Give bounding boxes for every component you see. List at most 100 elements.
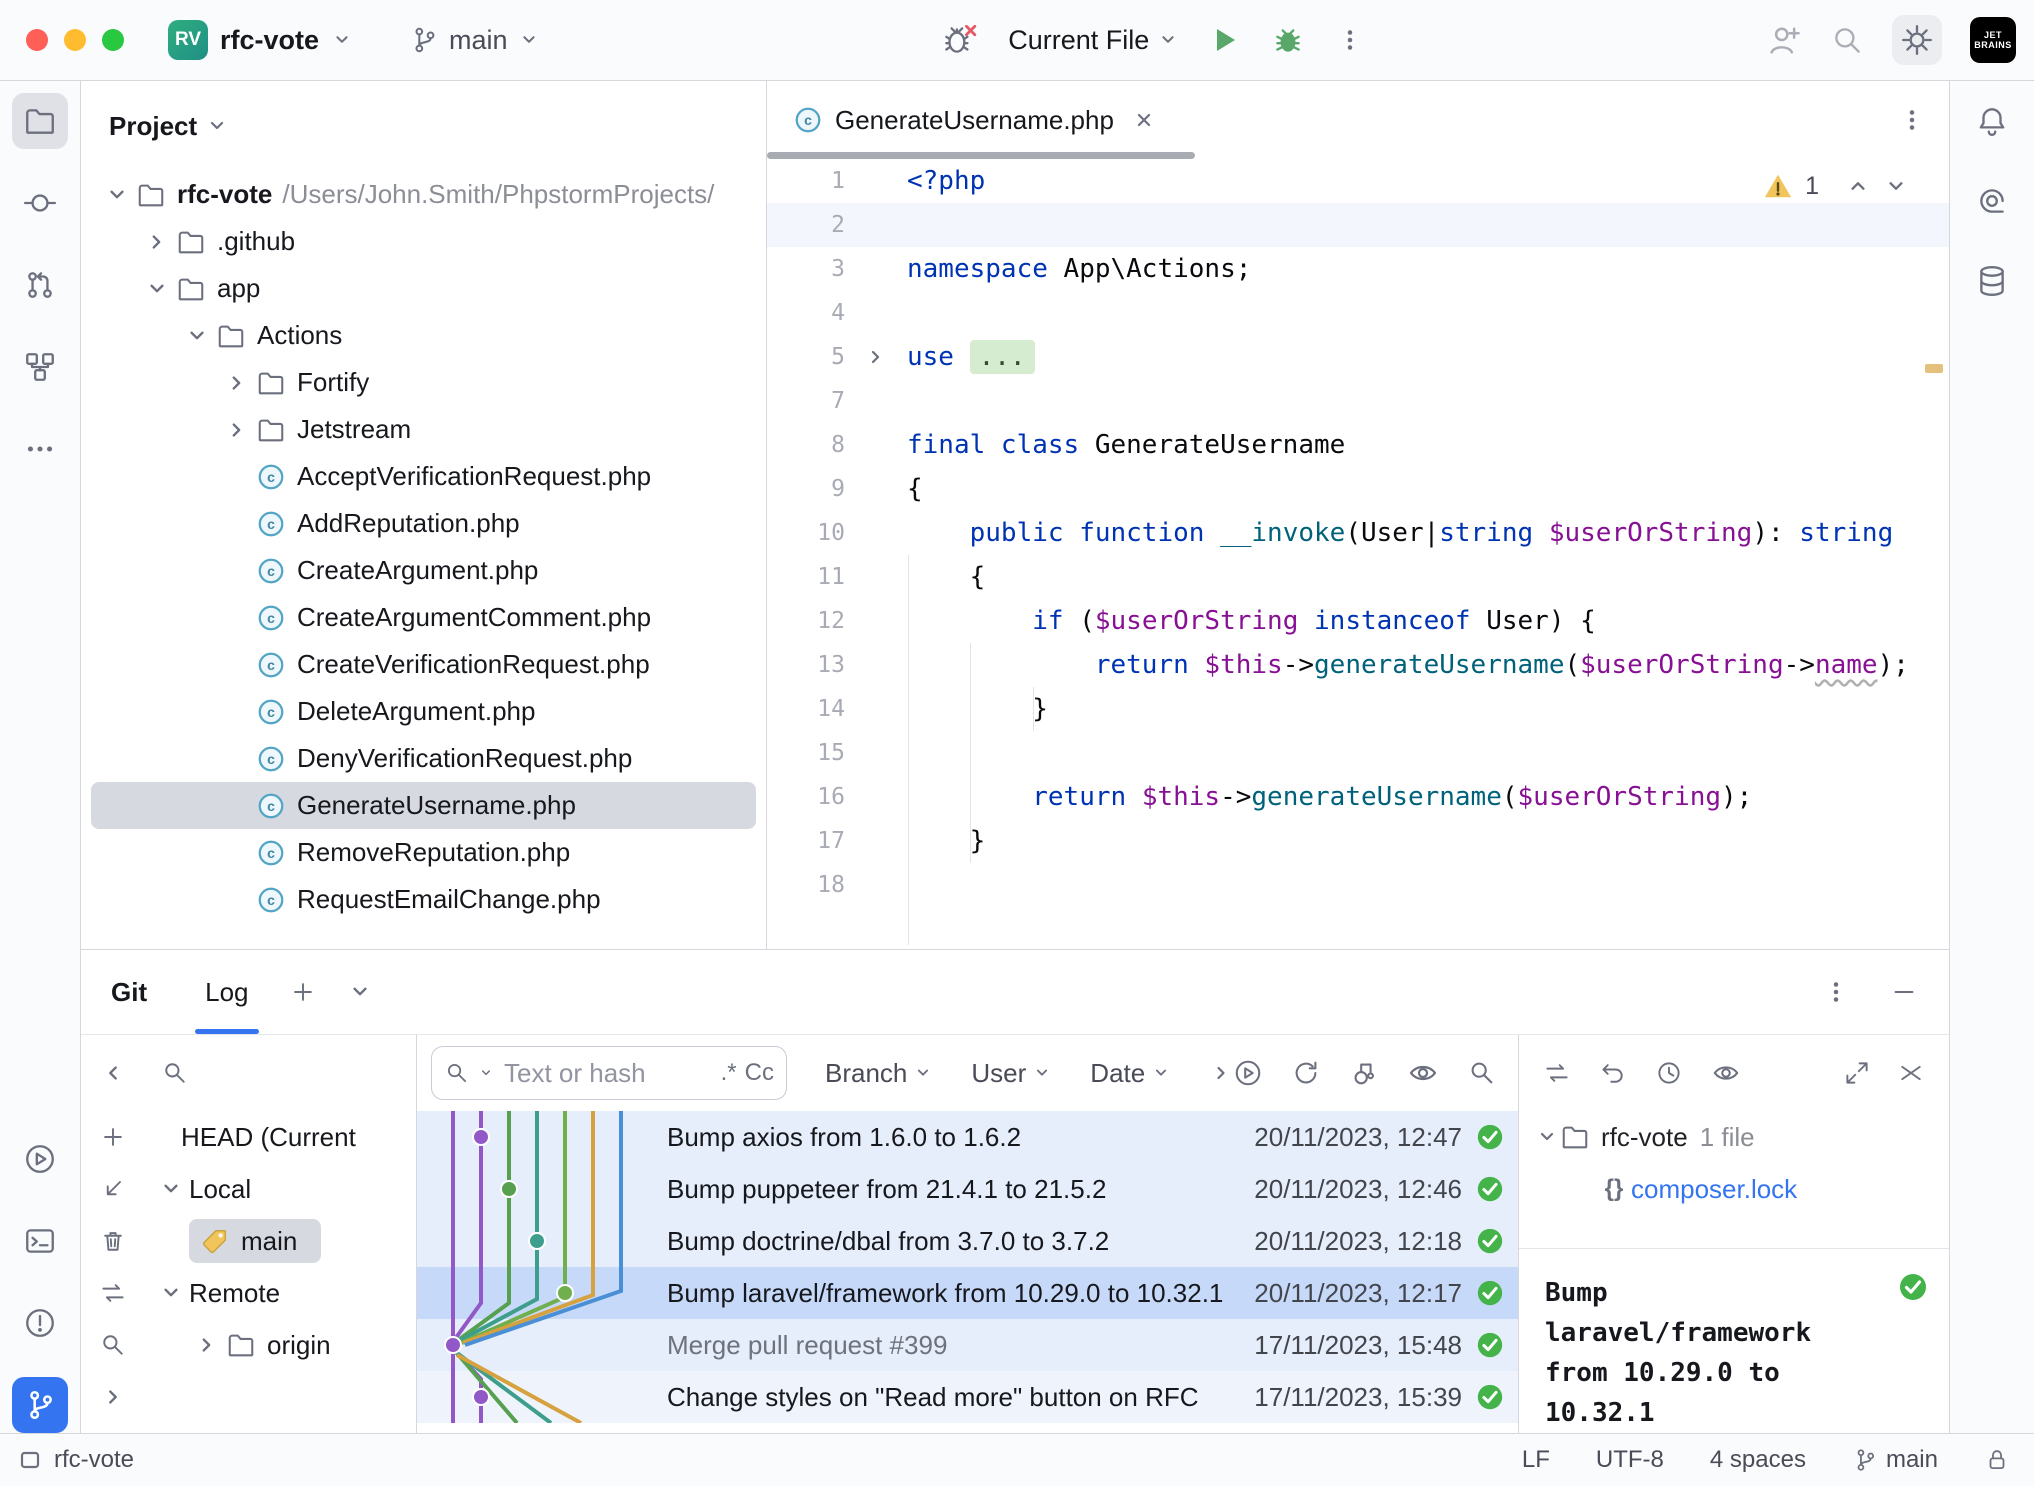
next-problem-icon[interactable] [1883, 173, 1909, 199]
git-options-kebab-icon[interactable] [1821, 977, 1851, 1007]
branch-filter[interactable]: Branch [825, 1058, 933, 1089]
code-line-16[interactable]: 16 return $this->generateUsername($userO… [767, 775, 1949, 819]
more-actions-kebab-icon[interactable] [1335, 25, 1365, 55]
close-tab-icon[interactable] [1132, 108, 1156, 132]
code-line-11[interactable]: 11 { [767, 555, 1949, 599]
preview-eye-icon[interactable] [1711, 1058, 1741, 1088]
chevron-down-icon[interactable] [153, 1280, 189, 1306]
branch-row-main[interactable]: main [145, 1215, 416, 1267]
code-line-14[interactable]: 14 } [767, 687, 1949, 731]
project-panel-header[interactable]: Project [81, 81, 766, 171]
read-only-lock-icon[interactable] [1984, 1447, 2010, 1473]
branch-row-remote[interactable]: Remote [145, 1267, 416, 1319]
code-line-17[interactable]: 17 } [767, 819, 1949, 863]
tool-more-button[interactable] [12, 421, 68, 477]
indent-widget[interactable]: 4 spaces [1710, 1446, 1806, 1474]
encoding-widget[interactable]: UTF-8 [1596, 1446, 1664, 1474]
branch-search-row[interactable] [145, 1035, 416, 1111]
regex-toggle[interactable]: .* [721, 1059, 737, 1087]
rollback-icon[interactable] [1599, 1059, 1627, 1087]
code-line-10[interactable]: 10 public function __invoke(User|string … [767, 511, 1949, 555]
date-filter[interactable]: Date [1090, 1058, 1171, 1089]
go-to-hash-icon[interactable] [1233, 1058, 1263, 1088]
tree-item-denyverificationrequest-php[interactable]: c DenyVerificationRequest.php [91, 735, 756, 782]
add-tab-icon[interactable] [289, 978, 317, 1006]
tree-item-addreputation-php[interactable]: c AddReputation.php [91, 500, 756, 547]
mute-breakpoints-icon[interactable] [940, 21, 978, 59]
chevron-right-icon[interactable] [219, 370, 255, 396]
tree-item-github[interactable]: .github [91, 218, 756, 265]
tool-terminal-button[interactable] [12, 1213, 68, 1269]
chevron-down-icon[interactable] [347, 979, 373, 1005]
tree-item-createargument-php[interactable]: c CreateArgument.php [91, 547, 756, 594]
search-everywhere-icon[interactable] [1830, 23, 1864, 57]
project-widget[interactable]: RV rfc-vote [168, 20, 353, 60]
code-line-12[interactable]: 12 if ($userOrString instanceof User) { [767, 599, 1949, 643]
expand-all-icon[interactable] [1843, 1059, 1871, 1087]
more-filters-icon[interactable] [1209, 1061, 1233, 1085]
branch-row-local[interactable]: Local [145, 1163, 416, 1215]
chevron-down-icon[interactable] [153, 1176, 189, 1202]
tree-item-rfc-vote[interactable]: rfc-vote/Users/John.Smith/PhpstormProjec… [91, 171, 756, 218]
tool-structure-button[interactable] [12, 339, 68, 395]
build-status-icon[interactable] [1462, 1382, 1518, 1412]
tool-problems-button[interactable] [12, 1295, 68, 1351]
code-line-8[interactable]: 8 final class GenerateUsername [767, 423, 1949, 467]
tree-item-app[interactable]: app [91, 265, 756, 312]
changed-file-row[interactable]: {} composer.lock [1519, 1163, 1949, 1215]
code-line-4[interactable]: 4 [767, 291, 1949, 335]
history-icon[interactable] [1655, 1059, 1683, 1087]
compare-branches-icon[interactable] [99, 1267, 127, 1319]
status-branch-widget[interactable]: main [1852, 1446, 1938, 1474]
chevron-right-icon[interactable] [219, 417, 255, 443]
tool-commit-button[interactable] [12, 175, 68, 231]
navigate-forward-icon[interactable] [100, 1371, 126, 1423]
hide-panel-icon[interactable] [1889, 977, 1919, 1007]
tool-git-button[interactable] [12, 1377, 68, 1433]
commit-row-bump-axios-from-1-6-0-to-1-6-2[interactable]: Bump axios from 1.6.0 to 1.6.2 20/11/2023… [417, 1111, 1518, 1163]
build-status-icon[interactable] [1462, 1174, 1518, 1204]
collapse-all-icon[interactable] [1897, 1059, 1925, 1087]
branch-row-head-current[interactable]: HEAD (Current [145, 1111, 416, 1163]
build-status-icon[interactable] [1462, 1278, 1518, 1308]
ai-assistant-icon[interactable] [1964, 173, 2020, 229]
code-line-3[interactable]: 3 namespace App\Actions; [767, 247, 1949, 291]
tree-item-actions[interactable]: Actions [91, 312, 756, 359]
update-branch-icon[interactable] [99, 1163, 127, 1215]
commit-row-merge-pull-request-399[interactable]: Merge pull request #399 17/11/2023, 15:48 [417, 1319, 1518, 1371]
build-status-icon[interactable] [1462, 1226, 1518, 1256]
tree-item-jetstream[interactable]: Jetstream [91, 406, 756, 453]
editor-options-kebab-icon[interactable] [1897, 105, 1949, 135]
chevron-down-icon[interactable] [179, 323, 215, 349]
status-project-widget[interactable]: rfc-vote [0, 1446, 134, 1474]
code-line-13[interactable]: 13 return $this->generateUsername($userO… [767, 643, 1949, 687]
tree-item-requestemailchange-php[interactable]: c RequestEmailChange.php [91, 876, 756, 923]
code-with-me-icon[interactable] [1766, 22, 1802, 58]
tool-services-button[interactable] [12, 1131, 68, 1187]
run-configuration-select[interactable]: Current File [1008, 25, 1179, 56]
code-line-18[interactable]: 18 [767, 863, 1949, 907]
tree-item-removereputation-php[interactable]: c RemoveReputation.php [91, 829, 756, 876]
database-icon[interactable] [1964, 253, 2020, 309]
tree-item-fortify[interactable]: Fortify [91, 359, 756, 406]
new-branch-icon[interactable] [99, 1111, 127, 1163]
inspection-widget[interactable]: 1 [1763, 171, 1909, 201]
match-case-toggle[interactable]: Cc [745, 1059, 774, 1087]
preview-eye-icon[interactable] [1407, 1057, 1439, 1089]
user-filter[interactable]: User [971, 1058, 1052, 1089]
tab-scrollbar[interactable] [767, 152, 1195, 159]
chevron-right-icon[interactable] [189, 1332, 225, 1358]
tool-pull-requests-button[interactable] [12, 257, 68, 313]
close-window-button[interactable] [26, 29, 48, 51]
code-area[interactable]: 1 <?php 2 3 namespace App\Actions; 4 5 use ... 7… [767, 159, 1949, 949]
tree-item-createverificationrequest-php[interactable]: c CreateVerificationRequest.php [91, 641, 756, 688]
delete-branch-icon[interactable] [99, 1215, 127, 1267]
chevron-down-icon[interactable] [139, 276, 175, 302]
tab-log[interactable]: Log [195, 950, 259, 1034]
collapse-panel-icon[interactable] [100, 1035, 126, 1111]
cherry-pick-icon[interactable] [1349, 1058, 1379, 1088]
refresh-icon[interactable] [1291, 1058, 1321, 1088]
tree-item-createargumentcomment-php[interactable]: c CreateArgumentComment.php [91, 594, 756, 641]
tree-item-acceptverificationrequest-php[interactable]: c AcceptVerificationRequest.php [91, 453, 756, 500]
chevron-down-icon[interactable] [99, 182, 135, 208]
